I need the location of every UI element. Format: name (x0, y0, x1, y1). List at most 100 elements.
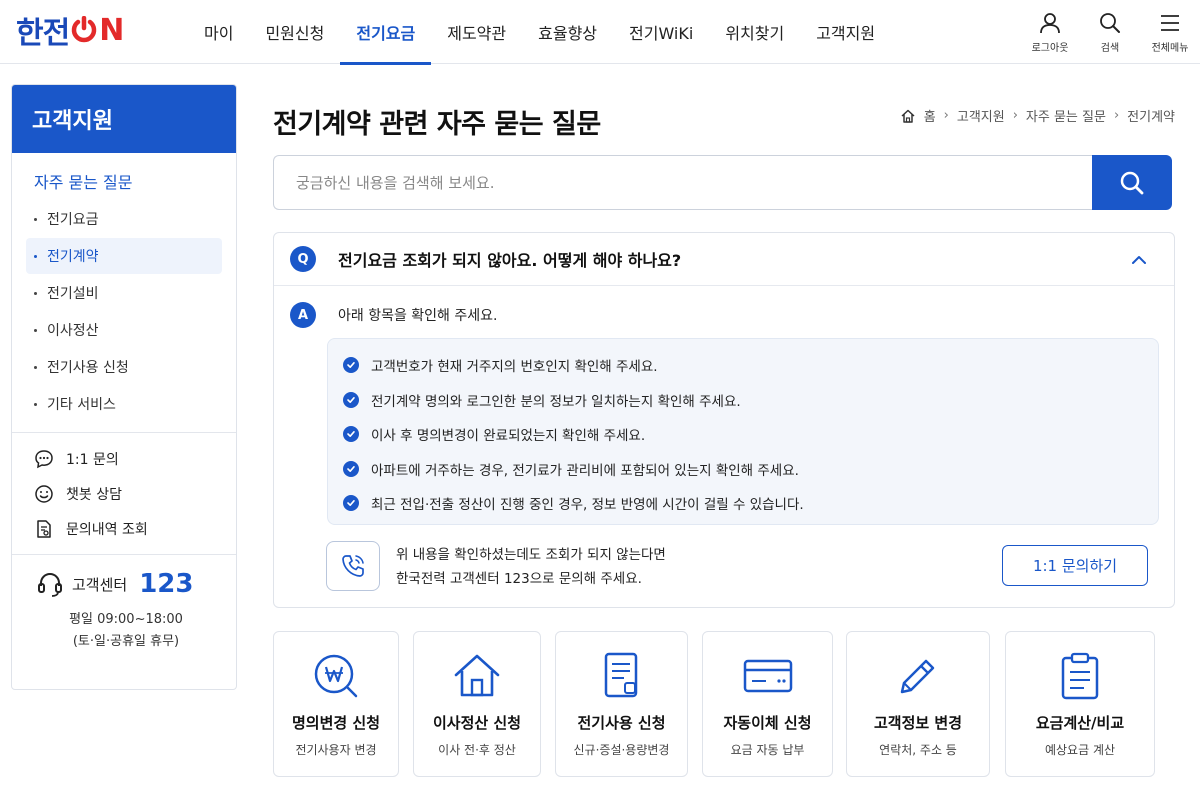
bullet-dot (34, 217, 37, 221)
logo-text-n: N (99, 12, 124, 48)
checklist-item: 최근 전입·전출 정산이 진행 중인 경우, 정보 반영에 시간이 걸릴 수 있… (343, 486, 1158, 521)
help-callout: 위 내용을 확인하셨는데도 조회가 되지 않는다면 한국전력 고객센터 123으… (290, 533, 1158, 615)
search-button[interactable] (1092, 155, 1172, 210)
faq-question-row[interactable]: Q 전기요금 조회가 되지 않아요. 어떻게 해야 하나요? (274, 233, 1174, 286)
checklist-item: 이사 후 명의변경이 완료되었는지 확인해 주세요. (343, 417, 1158, 452)
user-icon (1040, 12, 1060, 33)
breadcrumb-level1[interactable]: 고객지원 (957, 106, 1005, 125)
customer-center-label: 고객센터 (72, 575, 128, 594)
customer-center-number: 123 (139, 569, 194, 599)
credit-card-icon (743, 659, 792, 693)
nav-item-bill[interactable]: 전기요금 (340, 0, 432, 65)
card-subtitle: 예상요금 계산 (1044, 743, 1116, 757)
sidebar-item-label: 전기계약 (47, 249, 99, 265)
card-title: 전기사용 신청 (577, 714, 666, 732)
chevron-up-icon[interactable] (1130, 251, 1148, 269)
card-usage-request[interactable]: 전기사용 신청 신규·증설·용량변경 (555, 631, 688, 777)
card-moving-settlement[interactable]: 이사정산 신청 이사 전·후 정산 (413, 631, 541, 777)
site-logo[interactable]: 한전 N (16, 10, 124, 52)
won-coin-icon (314, 654, 358, 698)
bullet-dot (34, 291, 37, 295)
sidebar-chatbot-link[interactable]: 챗봇 상담 (34, 476, 236, 511)
document-search-icon (37, 519, 51, 538)
home-icon[interactable] (900, 108, 916, 124)
card-auto-transfer[interactable]: 자동이체 신청 요금 자동 납부 (702, 631, 833, 777)
utility-menu: 로그아웃 검색 전체메뉴 (1020, 0, 1200, 64)
checklist-item: 전기계약 명의와 로그인한 분의 정보가 일치하는지 확인해 주세요. (343, 383, 1158, 418)
checklist-text: 최근 전입·전출 정산이 진행 중인 경우, 정보 반영에 시간이 걸릴 수 있… (371, 497, 804, 514)
one-to-one-inquiry-button[interactable]: 1:1 문의하기 (1002, 545, 1148, 586)
card-subtitle: 요금 자동 납부 (730, 743, 805, 757)
nav-item-location[interactable]: 위치찾기 (709, 0, 800, 64)
help-text-line2: 한국전력 고객센터 123으로 문의해 주세요. (396, 571, 642, 587)
sidebar-item-label: 이사정산 (47, 323, 99, 339)
nav-item-wiki[interactable]: 전기WiKi (613, 0, 709, 64)
breadcrumb-level2[interactable]: 자주 묻는 질문 (1026, 106, 1106, 125)
sidebar-item-label: 전기설비 (47, 286, 99, 302)
bullet-dot (34, 328, 37, 332)
checklist-text: 아파트에 거주하는 경우, 전기료가 관리비에 포함되어 있는지 확인해 주세요… (371, 462, 799, 479)
sidebar-item-contract[interactable]: 전기계약 (26, 238, 222, 274)
sidebar-title: 고객지원 (12, 85, 236, 153)
faq-question-text: 전기요금 조회가 되지 않아요. 어떻게 해야 하나요? (338, 251, 682, 270)
quick-service-cards: 명의변경 신청 전기사용자 변경 이사정산 신청 이사 전·후 정산 전기사용 … (273, 631, 1175, 777)
smile-icon (35, 484, 53, 503)
checklist-item: 아파트에 거주하는 경우, 전기료가 관리비에 포함되어 있는지 확인해 주세요… (343, 452, 1158, 487)
card-subtitle: 신규·증설·용량변경 (573, 743, 670, 757)
sidebar-item-usage-request[interactable]: 전기사용 신청 (26, 349, 222, 385)
faq-search-bar (273, 155, 1172, 210)
sidebar-inquiry-link[interactable]: 1:1 문의 (34, 441, 236, 476)
card-subtitle: 연락처, 주소 등 (879, 743, 957, 757)
card-title: 고객정보 변경 (873, 714, 963, 732)
card-customer-info-change[interactable]: 고객정보 변경 연락처, 주소 등 (846, 631, 990, 777)
nav-item-support[interactable]: 고객지원 (800, 0, 891, 64)
card-title: 명의변경 신청 (291, 714, 381, 732)
nav-item-efficiency[interactable]: 효율향상 (522, 0, 613, 64)
card-subtitle: 이사 전·후 정산 (438, 743, 516, 757)
sidebar-item-label: 기타 서비스 (47, 397, 116, 413)
faq-item: Q 전기요금 조회가 되지 않아요. 어떻게 해야 하나요? A 아래 항목을 … (273, 232, 1175, 608)
sidebar: 고객지원 자주 묻는 질문 전기요금 전기계약 전기설비 이사정산 전기사용 신… (11, 84, 237, 690)
checklist-item: 고객번호가 현재 거주지의 번호인지 확인해 주세요. (343, 348, 1158, 383)
help-text-line1: 위 내용을 확인하셨는데도 조회가 되지 않는다면 (396, 547, 666, 563)
sidebar-subtitle[interactable]: 자주 묻는 질문 (12, 153, 236, 201)
search-input[interactable] (273, 155, 1092, 210)
document-icon (604, 652, 637, 698)
all-menu-button[interactable]: 전체메뉴 (1140, 0, 1200, 64)
breadcrumb-home[interactable]: 홈 (924, 106, 936, 125)
sidebar-item-facility[interactable]: 전기설비 (26, 275, 222, 311)
nav-item-civil[interactable]: 민원신청 (249, 0, 340, 64)
history-label: 문의내역 조회 (66, 521, 148, 538)
search-menu-button[interactable]: 검색 (1080, 0, 1140, 64)
sidebar-item-moving[interactable]: 이사정산 (26, 312, 222, 348)
power-icon (72, 16, 97, 43)
bullet-dot (34, 402, 37, 406)
sidebar-item-other[interactable]: 기타 서비스 (26, 386, 222, 422)
question-badge: Q (290, 246, 316, 272)
sidebar-item-label: 전기사용 신청 (47, 360, 129, 376)
checklist-text: 고객번호가 현재 거주지의 번호인지 확인해 주세요. (371, 359, 658, 376)
clipboard-icon (1061, 652, 1099, 700)
sidebar-category-list: 전기요금 전기계약 전기설비 이사정산 전기사용 신청 기타 서비스 (12, 201, 236, 422)
breadcrumb-level3[interactable]: 전기계약 (1127, 106, 1175, 125)
chatbot-label: 챗봇 상담 (66, 486, 122, 503)
check-circle-icon (343, 357, 359, 374)
answer-intro: 아래 항목을 확인해 주세요. (338, 308, 498, 324)
holiday-notice: (토·일·공휴일 휴무) (72, 634, 180, 649)
card-name-change[interactable]: 명의변경 신청 전기사용자 변경 (273, 631, 399, 777)
page-title: 전기계약 관련 자주 묻는 질문 (273, 109, 601, 140)
weekday-hours: 평일 09:00~18:00 (69, 612, 183, 627)
card-subtitle: 전기사용자 변경 (295, 743, 377, 757)
top-header: 한전 N 마이 민원신청 전기요금 제도약관 효율향상 전기WiKi 위치찾기 … (0, 0, 1200, 65)
nav-item-policy[interactable]: 제도약관 (431, 0, 522, 64)
chat-bubble-icon (35, 449, 53, 468)
sidebar-item-bill[interactable]: 전기요금 (26, 201, 222, 237)
card-bill-calculation[interactable]: 요금계산/비교 예상요금 계산 (1005, 631, 1155, 777)
sidebar-history-link[interactable]: 문의내역 조회 (34, 511, 236, 546)
search-icon (1100, 12, 1120, 33)
nav-item-my[interactable]: 마이 (188, 0, 249, 64)
house-icon (454, 654, 500, 697)
logout-button[interactable]: 로그아웃 (1020, 0, 1080, 64)
check-circle-icon (343, 426, 359, 443)
inquiry-label: 1:1 문의 (66, 451, 119, 468)
